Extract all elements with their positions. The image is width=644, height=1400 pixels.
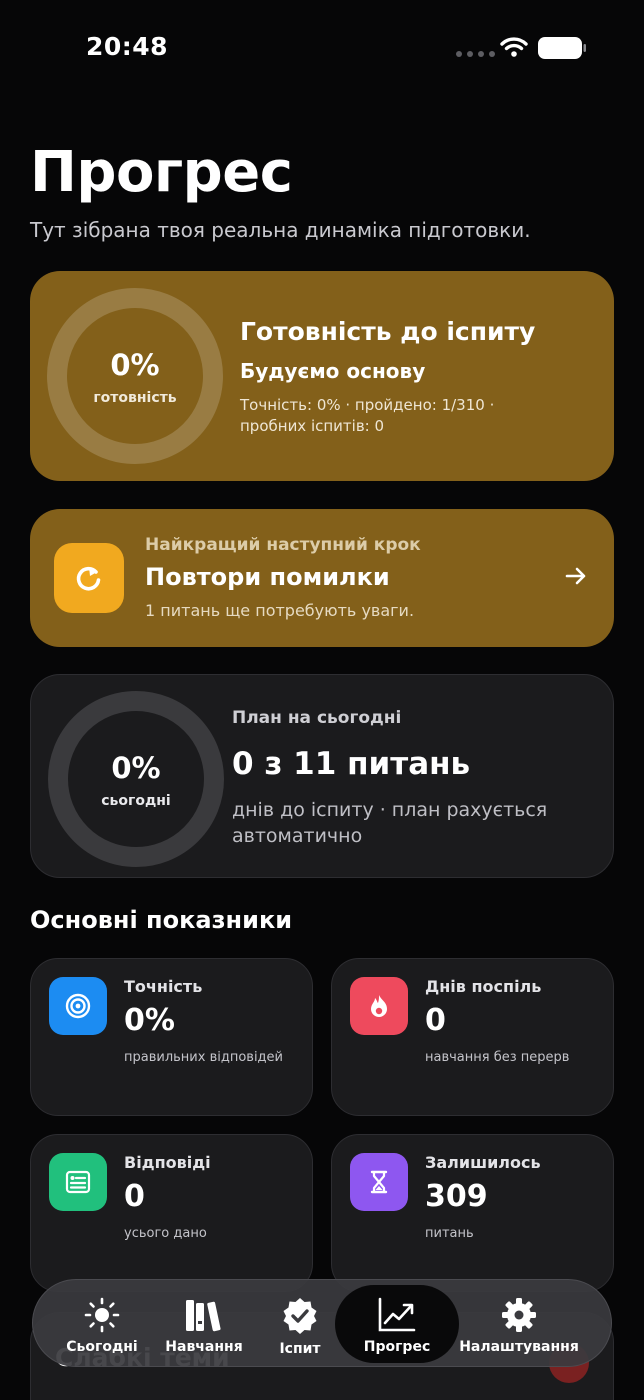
plan-description: днів до іспиту · план рахується автомати… (232, 799, 548, 847)
metric-value: 0 (124, 1179, 145, 1214)
arrow-right-icon[interactable] (564, 564, 588, 588)
tab-label: Налаштування (459, 1339, 579, 1355)
metric-value: 309 (425, 1179, 488, 1214)
metric-label: Днів поспіль (425, 977, 542, 996)
metric-value: 0 (425, 1003, 446, 1038)
tab-settings[interactable]: Налаштування (459, 1285, 579, 1363)
readiness-caption: готовність (93, 390, 177, 406)
next-step-title: Повтори помилки (145, 563, 390, 591)
plan-kicker: План на сьогодні (232, 708, 402, 728)
metric-description: усього дано (124, 1226, 207, 1241)
refresh-icon (54, 543, 124, 613)
tab-label: Іспит (279, 1341, 321, 1357)
tab-label: Сьогодні (66, 1339, 138, 1355)
signal-icon (456, 51, 495, 57)
tab-learning[interactable]: Навчання (155, 1285, 253, 1363)
battery-icon (538, 37, 586, 59)
metric-label: Відповіді (124, 1153, 211, 1172)
readiness-title: Готовність до іспиту (240, 317, 536, 346)
daily-plan-card[interactable]: 0% сьогодні План на сьогодні 0 з 11 пита… (30, 674, 614, 878)
target-icon (49, 977, 107, 1035)
chart-icon (378, 1297, 416, 1332)
metric-label: Точність (124, 977, 203, 996)
books-icon (186, 1300, 221, 1332)
plan-caption: сьогодні (101, 793, 171, 809)
metrics-section-title: Основні показники (30, 906, 293, 934)
readiness-card[interactable]: 0% готовність Готовність до іспиту Будує… (30, 271, 614, 481)
tab-today[interactable]: Сьогодні (53, 1285, 151, 1363)
page-subtitle: Тут зібрана твоя реальна динаміка підгот… (30, 218, 531, 242)
readiness-percent: 0% (110, 348, 160, 382)
metric-card-answers[interactable]: Відповіді 0 усього дано (30, 1134, 313, 1292)
answers-icon (49, 1153, 107, 1211)
tab-exam[interactable]: Іспит (257, 1285, 343, 1363)
check-badge-icon (283, 1298, 317, 1334)
metric-description: навчання без перерв (425, 1050, 570, 1065)
status-bar: 20:48 (0, 0, 644, 96)
tab-label: Прогрес (363, 1339, 431, 1355)
gear-icon (502, 1298, 536, 1332)
sun-icon (84, 1297, 120, 1333)
tab-label: Навчання (165, 1339, 243, 1355)
hourglass-icon (350, 1153, 408, 1211)
flame-icon (350, 977, 408, 1035)
readiness-ring: 0% готовність (47, 288, 223, 464)
metric-value: 0% (124, 1003, 175, 1038)
metric-card-streak[interactable]: Днів поспіль 0 навчання без перерв (331, 958, 614, 1116)
readiness-stats: Точність: 0% · пройдено: 1/310 · пробних… (240, 396, 495, 435)
next-step-description: 1 питань ще потребують уваги. (145, 601, 415, 620)
plan-title: 0 з 11 питань (232, 746, 471, 782)
tab-bar: Сьогодні Навчання Іспит Прогрес Налаштув… (32, 1279, 612, 1367)
metric-card-remaining[interactable]: Залишилось 309 питань (331, 1134, 614, 1292)
next-step-card[interactable]: Найкращий наступний крок Повтори помилки… (30, 509, 614, 647)
next-step-kicker: Найкращий наступний крок (145, 535, 421, 555)
metric-card-accuracy[interactable]: Точність 0% правильних відповідей (30, 958, 313, 1116)
readiness-level: Будуємо основу (240, 359, 426, 383)
metric-label: Залишилось (425, 1153, 541, 1172)
tab-progress[interactable]: Прогрес (335, 1285, 459, 1363)
status-time: 20:48 (86, 32, 169, 61)
plan-ring: 0% сьогодні (48, 691, 224, 867)
wifi-icon (500, 37, 528, 57)
metric-description: правильних відповідей (124, 1050, 283, 1065)
metric-description: питань (425, 1226, 474, 1241)
page-title: Прогрес (30, 140, 293, 205)
plan-percent: 0% (111, 751, 161, 785)
